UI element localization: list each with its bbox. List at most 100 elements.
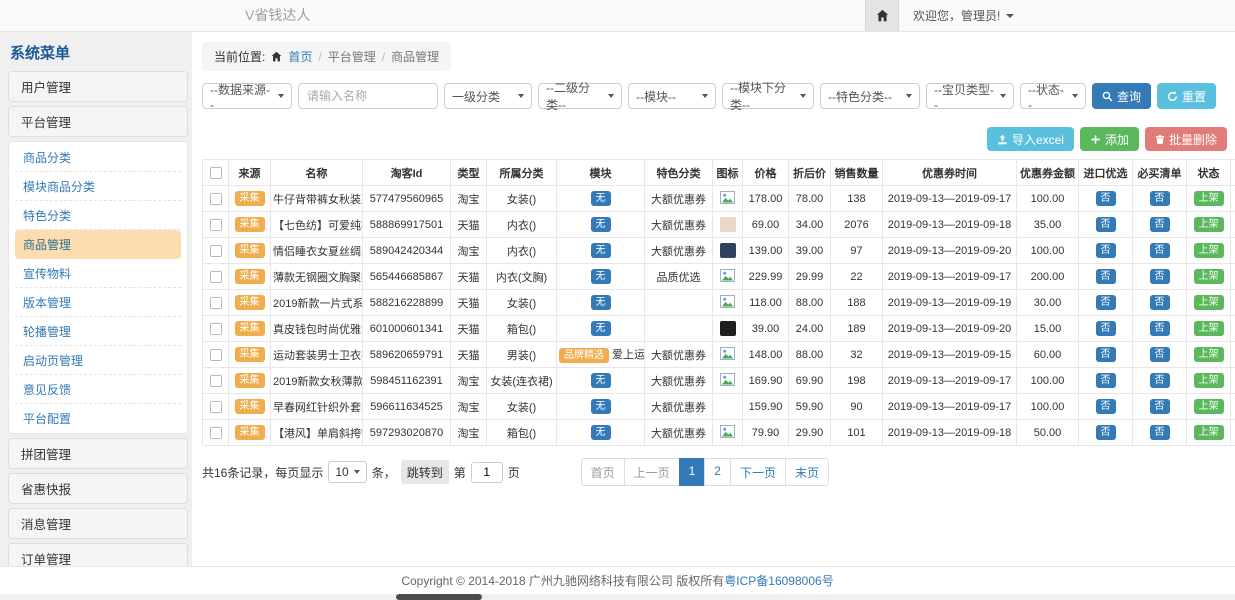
- status-badge[interactable]: 上架: [1194, 399, 1224, 414]
- filter-select-item-type[interactable]: --宝贝类型--: [926, 83, 1014, 109]
- sidebar-subitem-5[interactable]: 版本管理: [15, 288, 181, 317]
- row-checkbox[interactable]: [210, 271, 222, 283]
- must-buy-cell: 否: [1133, 394, 1187, 420]
- filter-select-level2[interactable]: --二级分类--: [538, 83, 622, 109]
- row-checkbox[interactable]: [210, 349, 222, 361]
- user-menu[interactable]: 欢迎您，管理员!: [913, 7, 1014, 24]
- imported-badge[interactable]: 否: [1096, 243, 1116, 258]
- row-checkbox[interactable]: [210, 375, 222, 387]
- sidebar-subitem-9[interactable]: 平台配置: [15, 404, 181, 432]
- add-button[interactable]: 添加: [1080, 127, 1139, 151]
- scrollbar-thumb[interactable]: [396, 594, 482, 600]
- taoke-id-cell: 577479560965: [363, 186, 451, 212]
- batch-delete-button[interactable]: 批量删除: [1145, 127, 1227, 151]
- row-checkbox[interactable]: [210, 401, 222, 413]
- sidebar-group-4[interactable]: 消息管理: [8, 508, 188, 539]
- imported-badge[interactable]: 否: [1096, 347, 1116, 362]
- next-page-button[interactable]: 下一页: [730, 458, 786, 486]
- must-buy-badge[interactable]: 否: [1150, 347, 1170, 362]
- icp-link[interactable]: 粤ICP备16098006号: [724, 572, 833, 589]
- imported-badge[interactable]: 否: [1096, 373, 1116, 388]
- must-buy-badge[interactable]: 否: [1150, 269, 1170, 284]
- page-2-button[interactable]: 2: [704, 458, 731, 486]
- content-wrap: 系统菜单 用户管理平台管理商品分类模块商品分类特色分类商品管理宣传物料版本管理轮…: [0, 32, 1235, 566]
- filter-select-module[interactable]: --模块--: [628, 83, 716, 109]
- import-excel-button[interactable]: 导入excel: [987, 127, 1074, 151]
- sidebar-subitem-6[interactable]: 轮播管理: [15, 317, 181, 346]
- table-row: 采集2019新款一片式系...588216228899天猫女装()无118.00…: [203, 290, 1235, 316]
- icon-cell: [713, 368, 743, 394]
- status-badge[interactable]: 上架: [1194, 217, 1224, 232]
- must-buy-badge[interactable]: 否: [1150, 373, 1170, 388]
- sidebar-group-1[interactable]: 平台管理: [8, 106, 188, 137]
- must-buy-badge[interactable]: 否: [1150, 191, 1170, 206]
- must-buy-badge[interactable]: 否: [1150, 243, 1170, 258]
- jump-page-input[interactable]: [471, 462, 503, 483]
- row-checkbox[interactable]: [210, 219, 222, 231]
- search-button[interactable]: 查询: [1092, 83, 1151, 109]
- feature-cell: [645, 316, 713, 342]
- imported-badge[interactable]: 否: [1096, 191, 1116, 206]
- sidebar-group-3[interactable]: 省惠快报: [8, 473, 188, 504]
- horizontal-scrollbar: [0, 594, 1235, 600]
- status-badge[interactable]: 上架: [1194, 347, 1224, 362]
- status-badge[interactable]: 上架: [1194, 321, 1224, 336]
- imported-badge[interactable]: 否: [1096, 217, 1116, 232]
- status-badge[interactable]: 上架: [1194, 269, 1224, 284]
- must-buy-badge[interactable]: 否: [1150, 425, 1170, 440]
- sidebar-subitem-4[interactable]: 宣传物料: [15, 259, 181, 288]
- filter-select-module-sub[interactable]: --模块下分类--: [722, 83, 814, 109]
- imported-badge[interactable]: 否: [1096, 295, 1116, 310]
- status-badge[interactable]: 上架: [1194, 243, 1224, 258]
- page-1-button[interactable]: 1: [679, 458, 706, 486]
- filter-select-data-source[interactable]: --数据来源--: [202, 83, 292, 109]
- breadcrumb-home-link[interactable]: 首页: [288, 48, 312, 65]
- sidebar-subitem-3[interactable]: 商品管理: [15, 230, 181, 259]
- imported-badge[interactable]: 否: [1096, 425, 1116, 440]
- sales-cell: 138: [831, 186, 883, 212]
- first-page-button[interactable]: 首页: [581, 458, 625, 486]
- status-badge[interactable]: 上架: [1194, 425, 1224, 440]
- home-button[interactable]: [865, 0, 899, 31]
- must-buy-badge[interactable]: 否: [1150, 217, 1170, 232]
- sidebar-subitem-1[interactable]: 模块商品分类: [15, 172, 181, 201]
- main-panel: 当前位置: 首页 / 平台管理 / 商品管理 --数据来源--一级分类--二级分…: [192, 32, 1235, 566]
- status-badge[interactable]: 上架: [1194, 373, 1224, 388]
- imported-badge[interactable]: 否: [1096, 321, 1116, 336]
- filter-select-status[interactable]: --状态--: [1020, 83, 1086, 109]
- row-checkbox[interactable]: [210, 245, 222, 257]
- jump-button[interactable]: 跳转到: [401, 460, 449, 484]
- name-search-input[interactable]: [298, 83, 438, 109]
- row-checkbox[interactable]: [210, 297, 222, 309]
- must-buy-badge[interactable]: 否: [1150, 399, 1170, 414]
- last-page-button[interactable]: 末页: [785, 458, 829, 486]
- status-badge[interactable]: 上架: [1194, 191, 1224, 206]
- must-buy-cell: 否: [1133, 368, 1187, 394]
- imported-badge[interactable]: 否: [1096, 399, 1116, 414]
- must-buy-badge[interactable]: 否: [1150, 295, 1170, 310]
- sidebar-group-0[interactable]: 用户管理: [8, 71, 188, 102]
- reset-button[interactable]: 重置: [1157, 83, 1216, 109]
- row-checkbox[interactable]: [210, 427, 222, 439]
- source-badge: 采集: [235, 191, 265, 206]
- per-page-select[interactable]: 10: [328, 461, 366, 483]
- status-badge[interactable]: 上架: [1194, 295, 1224, 310]
- imported-cell: 否: [1079, 420, 1133, 446]
- row-checkbox[interactable]: [210, 193, 222, 205]
- sidebar-group-2[interactable]: 拼团管理: [8, 438, 188, 469]
- imported-cell: 否: [1079, 186, 1133, 212]
- sidebar-subitem-0[interactable]: 商品分类: [15, 143, 181, 172]
- coupon-amount-cell: 100.00: [1017, 186, 1079, 212]
- filter-select-feature[interactable]: --特色分类--: [820, 83, 920, 109]
- sidebar-subitem-8[interactable]: 意见反馈: [15, 375, 181, 404]
- price-cell: 69.00: [743, 212, 789, 238]
- prev-page-button[interactable]: 上一页: [624, 458, 680, 486]
- must-buy-badge[interactable]: 否: [1150, 321, 1170, 336]
- row-checkbox[interactable]: [210, 323, 222, 335]
- imported-badge[interactable]: 否: [1096, 269, 1116, 284]
- select-all-checkbox[interactable]: [210, 167, 222, 179]
- sidebar-subitem-7[interactable]: 启动页管理: [15, 346, 181, 375]
- sidebar-subitem-2[interactable]: 特色分类: [15, 201, 181, 230]
- filter-select-level1[interactable]: 一级分类: [444, 83, 532, 109]
- sidebar-group-5[interactable]: 订单管理: [8, 543, 188, 566]
